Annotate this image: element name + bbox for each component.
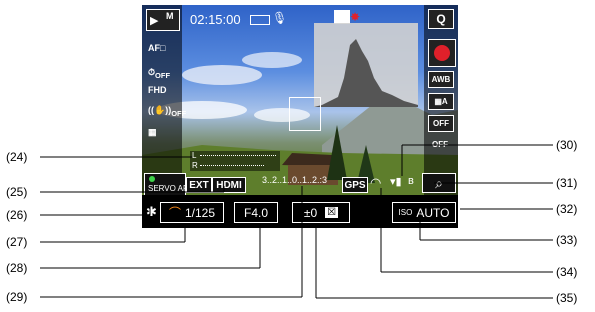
callout-32: (32) bbox=[556, 202, 578, 216]
callout-34: (34) bbox=[556, 265, 578, 279]
callout-35: (35) bbox=[556, 291, 578, 305]
callout-28: (28) bbox=[6, 261, 28, 275]
callout-25: (25) bbox=[6, 185, 28, 199]
callout-30: (30) bbox=[556, 138, 578, 152]
callout-33: (33) bbox=[556, 233, 578, 247]
callout-31: (31) bbox=[556, 176, 578, 190]
figure: ▶ M AF□ ⏱OFF FHD ((✋))OFF ▦ 02:15:00 🎙 ✸… bbox=[0, 0, 595, 312]
callout-leader-lines bbox=[40, 144, 553, 299]
callout-26: (26) bbox=[6, 208, 28, 222]
callout-24: (24) bbox=[6, 150, 28, 164]
callout-29: (29) bbox=[6, 290, 28, 304]
callout-27: (27) bbox=[6, 235, 28, 249]
